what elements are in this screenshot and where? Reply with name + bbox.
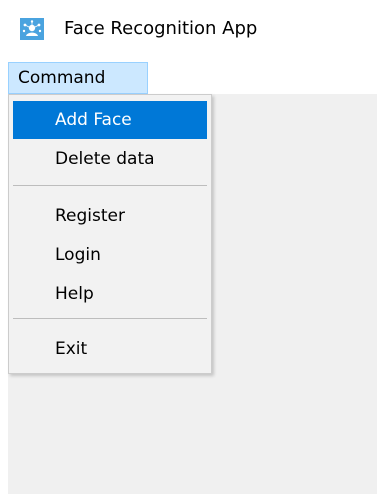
- menu-bar: Command: [0, 58, 377, 94]
- app-window: Face Recognition App Command Add Face De…: [0, 0, 377, 494]
- menu-item-login[interactable]: Login: [13, 236, 207, 274]
- window-title: Face Recognition App: [64, 18, 258, 39]
- menu-item-help[interactable]: Help: [13, 275, 207, 313]
- menu-item-add-face[interactable]: Add Face: [13, 101, 207, 139]
- command-dropdown-menu: Add Face Delete data Register Login Help…: [8, 94, 212, 374]
- menu-separator: [13, 185, 207, 186]
- face-recognition-app-icon: [20, 18, 44, 40]
- menu-command[interactable]: Command: [8, 62, 148, 94]
- menu-item-register[interactable]: Register: [13, 197, 207, 235]
- menu-item-delete-data[interactable]: Delete data: [13, 140, 207, 178]
- menu-item-exit[interactable]: Exit: [13, 330, 207, 368]
- title-bar[interactable]: Face Recognition App: [0, 0, 377, 58]
- menu-separator: [13, 318, 207, 319]
